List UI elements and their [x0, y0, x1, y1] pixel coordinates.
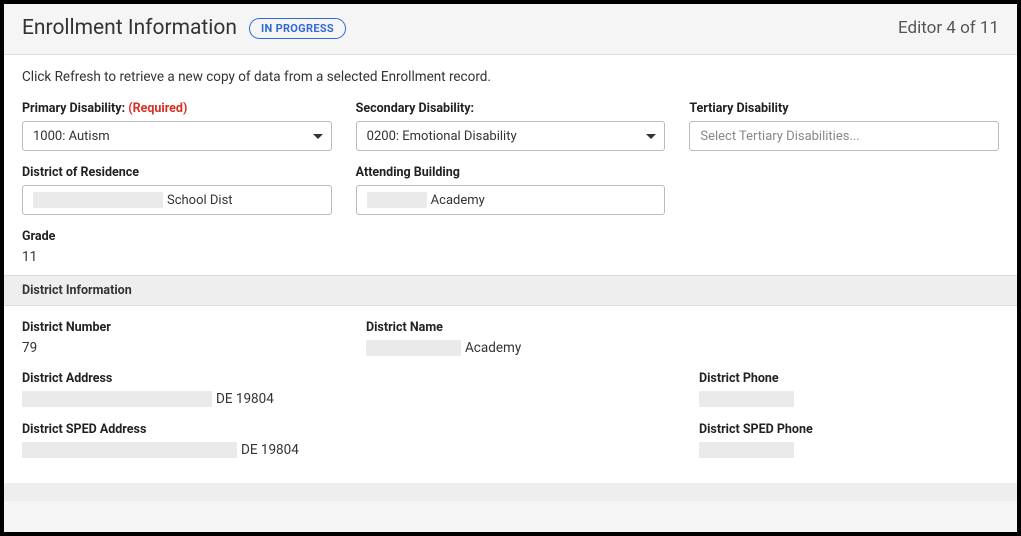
district-info-heading: District Information [4, 275, 1017, 306]
row-grade: Grade 11 [22, 229, 999, 265]
redacted-block [33, 192, 163, 208]
district-sped-phone-value [699, 441, 999, 459]
page-title: Enrollment Information [22, 16, 237, 40]
secondary-disability-value: 0200: Emotional Disability [367, 129, 517, 144]
redacted-block [367, 192, 427, 208]
footer-bar [4, 483, 1017, 501]
redacted-block [699, 442, 794, 458]
district-address-label: District Address [22, 371, 342, 386]
district-name-label: District Name [366, 320, 675, 335]
row-disabilities: Primary Disability: (Required) 1000: Aut… [22, 101, 999, 151]
primary-disability-select[interactable]: 1000: Autism [22, 121, 332, 151]
row-district-building: District of Residence School Dist Attend… [22, 165, 999, 215]
secondary-disability-select[interactable]: 0200: Emotional Disability [356, 121, 666, 151]
district-sped-phone-label: District SPED Phone [699, 422, 999, 437]
district-phone-value [699, 390, 999, 408]
redacted-block [366, 340, 461, 356]
tertiary-disability-select[interactable]: Select Tertiary Disabilities... [689, 121, 999, 151]
attending-building-input[interactable]: Academy [356, 185, 666, 215]
district-info-block: District Number 79 District Name Academy… [22, 306, 999, 473]
district-of-residence-suffix: School Dist [167, 193, 233, 208]
redacted-block [22, 391, 212, 407]
header-left: Enrollment Information IN PROGRESS [22, 16, 346, 40]
district-number-value: 79 [22, 339, 342, 357]
district-sped-address-label: District SPED Address [22, 422, 342, 437]
district-of-residence-label: District of Residence [22, 165, 332, 180]
attending-building-label: Attending Building [356, 165, 666, 180]
district-info-row-1: District Number 79 District Name Academy [22, 320, 999, 357]
district-name-value: Academy [366, 339, 675, 357]
district-sped-address-value: DE 19804 [22, 441, 342, 459]
secondary-disability-label: Secondary Disability: [356, 101, 666, 116]
primary-disability-value: 1000: Autism [33, 129, 110, 144]
redacted-block [699, 391, 794, 407]
redacted-block [22, 442, 237, 458]
tertiary-disability-placeholder: Select Tertiary Disabilities... [700, 129, 859, 144]
district-number-label: District Number [22, 320, 342, 335]
helper-text: Click Refresh to retrieve a new copy of … [22, 69, 999, 85]
grade-value: 11 [22, 249, 999, 265]
grade-label: Grade [22, 229, 999, 244]
attending-building-suffix: Academy [431, 193, 485, 208]
status-badge: IN PROGRESS [249, 18, 346, 39]
district-of-residence-input[interactable]: School Dist [22, 185, 332, 215]
content-area: Click Refresh to retrieve a new copy of … [4, 55, 1017, 483]
chevron-down-icon [646, 134, 656, 139]
district-info-row-3: District SPED Address DE 19804 District … [22, 422, 999, 459]
tertiary-disability-label: Tertiary Disability [689, 101, 999, 116]
chevron-down-icon [313, 134, 323, 139]
primary-disability-label: Primary Disability: (Required) [22, 101, 332, 116]
editor-count: Editor 4 of 11 [898, 18, 999, 38]
page-header: Enrollment Information IN PROGRESS Edito… [4, 4, 1017, 55]
district-phone-label: District Phone [699, 371, 999, 386]
district-info-row-2: District Address DE 19804 District Phone [22, 371, 999, 408]
required-indicator: (Required) [128, 101, 187, 116]
app-frame: Enrollment Information IN PROGRESS Edito… [0, 0, 1021, 536]
district-address-value: DE 19804 [22, 390, 342, 408]
